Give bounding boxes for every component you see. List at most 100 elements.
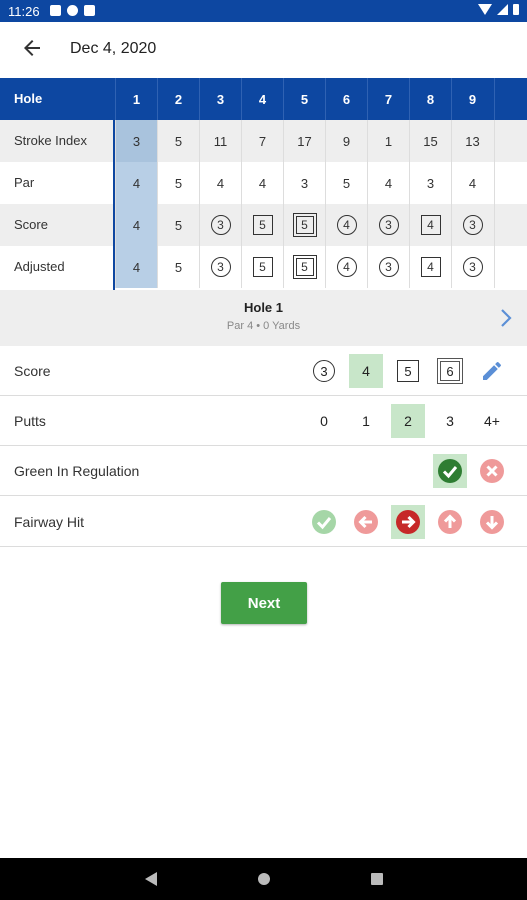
miss-left-arrow-icon[interactable] <box>349 505 383 539</box>
birdie-marker: 3 <box>462 215 483 235</box>
hole-number[interactable]: 8 <box>409 78 451 120</box>
birdie-marker: 4 <box>336 215 357 235</box>
score-cell[interactable]: 5 <box>283 204 325 246</box>
score-option[interactable]: 3 <box>307 354 341 388</box>
settings-notification-icon <box>67 5 78 16</box>
next-column-partial <box>494 246 527 288</box>
status-time: 11:26 <box>8 4 40 19</box>
score-option-value: 6 <box>440 361 460 381</box>
page-title: Dec 4, 2020 <box>70 40 157 57</box>
score-entry-row: Score 3 4 5 6 <box>0 346 527 396</box>
miss-long-arrow-icon[interactable] <box>433 505 467 539</box>
status-bar: 11:26 <box>0 0 527 22</box>
fairway-entry-label: Fairway Hit <box>14 514 85 530</box>
score-option-selected[interactable]: 4 <box>349 354 383 388</box>
hole-number[interactable]: 7 <box>367 78 409 120</box>
adjusted-cell[interactable]: 5 <box>241 246 283 288</box>
par-cell[interactable]: 4 <box>451 162 493 204</box>
nav-back-icon[interactable] <box>145 872 157 886</box>
next-button[interactable]: Next <box>221 582 307 624</box>
miss-short-arrow-icon[interactable] <box>475 505 509 539</box>
score-cell[interactable]: 4 <box>409 204 451 246</box>
adjusted-cell[interactable]: 4 <box>115 246 157 288</box>
score-cell[interactable]: 3 <box>451 204 493 246</box>
par-cell[interactable]: 5 <box>157 162 199 204</box>
adjusted-cell[interactable]: 3 <box>367 246 409 288</box>
adjusted-cell[interactable]: 3 <box>451 246 493 288</box>
par-cell[interactable]: 4 <box>199 162 241 204</box>
adjusted-cell[interactable]: 5 <box>157 246 199 288</box>
row-label: Stroke Index <box>14 133 87 148</box>
hole-number[interactable]: 1 <box>115 78 157 120</box>
chevron-right-icon[interactable] <box>496 307 516 329</box>
score-option[interactable]: 5 <box>391 354 425 388</box>
bogey-marker: 5 <box>252 215 273 235</box>
score-cell[interactable]: 4 <box>115 204 157 246</box>
bogey-marker: 4 <box>420 215 441 235</box>
hole-number[interactable]: 5 <box>283 78 325 120</box>
hole-number[interactable]: 6 <box>325 78 367 120</box>
back-arrow-icon[interactable] <box>20 36 44 60</box>
nav-recents-icon[interactable] <box>371 873 383 885</box>
gir-yes-check-icon[interactable] <box>433 454 467 488</box>
system-icons <box>478 4 519 15</box>
adjusted-cell[interactable]: 4 <box>325 246 367 288</box>
gir-no-x-icon[interactable] <box>475 454 509 488</box>
score-option[interactable]: 6 <box>433 354 467 388</box>
putts-option[interactable]: 1 <box>349 404 383 438</box>
score-cell[interactable]: 4 <box>325 204 367 246</box>
stroke-index-cell[interactable]: 3 <box>115 120 157 162</box>
fairway-hit-check-icon[interactable] <box>307 505 341 539</box>
par-cell[interactable]: 3 <box>283 162 325 204</box>
system-nav-bar <box>0 858 527 900</box>
stroke-index-row: Stroke Index 3 5 11 7 17 9 1 15 13 <box>0 120 527 162</box>
hole-number[interactable]: 9 <box>451 78 493 120</box>
stroke-index-cell[interactable]: 1 <box>367 120 409 162</box>
stroke-index-cell[interactable]: 5 <box>157 120 199 162</box>
par-row: Par 4 5 4 4 3 5 4 3 4 <box>0 162 527 204</box>
hole-number[interactable]: 4 <box>241 78 283 120</box>
birdie-marker: 3 <box>210 257 231 277</box>
stroke-index-cell[interactable]: 17 <box>283 120 325 162</box>
wifi-icon <box>478 4 492 15</box>
stroke-index-cell[interactable]: 13 <box>451 120 493 162</box>
row-label: Adjusted <box>14 259 65 274</box>
par-cell[interactable]: 4 <box>115 162 157 204</box>
nav-home-icon[interactable] <box>258 873 270 885</box>
next-column-partial <box>494 162 527 204</box>
hole-number[interactable]: 2 <box>157 78 199 120</box>
adjusted-cell[interactable]: 3 <box>199 246 241 288</box>
putts-option[interactable]: 0 <box>307 404 341 438</box>
score-cell[interactable]: 5 <box>157 204 199 246</box>
hole-info-bar: Hole 1 Par 4 • 0 Yards <box>0 290 527 346</box>
birdie-marker: 3 <box>378 257 399 277</box>
score-cell[interactable]: 3 <box>367 204 409 246</box>
par-cell[interactable]: 3 <box>409 162 451 204</box>
adjusted-cell[interactable]: 4 <box>409 246 451 288</box>
double-bogey-value: 5 <box>295 258 314 276</box>
hole-number[interactable]: 3 <box>199 78 241 120</box>
score-cell[interactable]: 5 <box>241 204 283 246</box>
double-bogey-value: 5 <box>295 216 314 234</box>
par-cell[interactable]: 5 <box>325 162 367 204</box>
double-bogey-marker: 5 <box>292 255 317 279</box>
row-label: Par <box>14 175 35 190</box>
label-column-divider <box>113 78 115 290</box>
battery-icon <box>513 4 519 15</box>
hole-subtitle: Par 4 • 0 Yards <box>226 320 301 332</box>
par-cell[interactable]: 4 <box>367 162 409 204</box>
stroke-index-cell[interactable]: 7 <box>241 120 283 162</box>
putts-option[interactable]: 3 <box>433 404 467 438</box>
putts-option-selected[interactable]: 2 <box>391 404 425 438</box>
miss-right-arrow-icon[interactable] <box>391 505 425 539</box>
stroke-index-cell[interactable]: 9 <box>325 120 367 162</box>
score-cell[interactable]: 3 <box>199 204 241 246</box>
putts-option[interactable]: 4+ <box>475 404 509 438</box>
stroke-index-cell[interactable]: 11 <box>199 120 241 162</box>
edit-pencil-icon[interactable] <box>475 354 509 388</box>
adjusted-cell[interactable]: 5 <box>283 246 325 288</box>
gir-entry-row: Green In Regulation <box>0 446 527 496</box>
stroke-index-cell[interactable]: 15 <box>409 120 451 162</box>
par-cell[interactable]: 4 <box>241 162 283 204</box>
score-row: Score 4 5 3 5 5 4 3 4 3 <box>0 204 527 246</box>
